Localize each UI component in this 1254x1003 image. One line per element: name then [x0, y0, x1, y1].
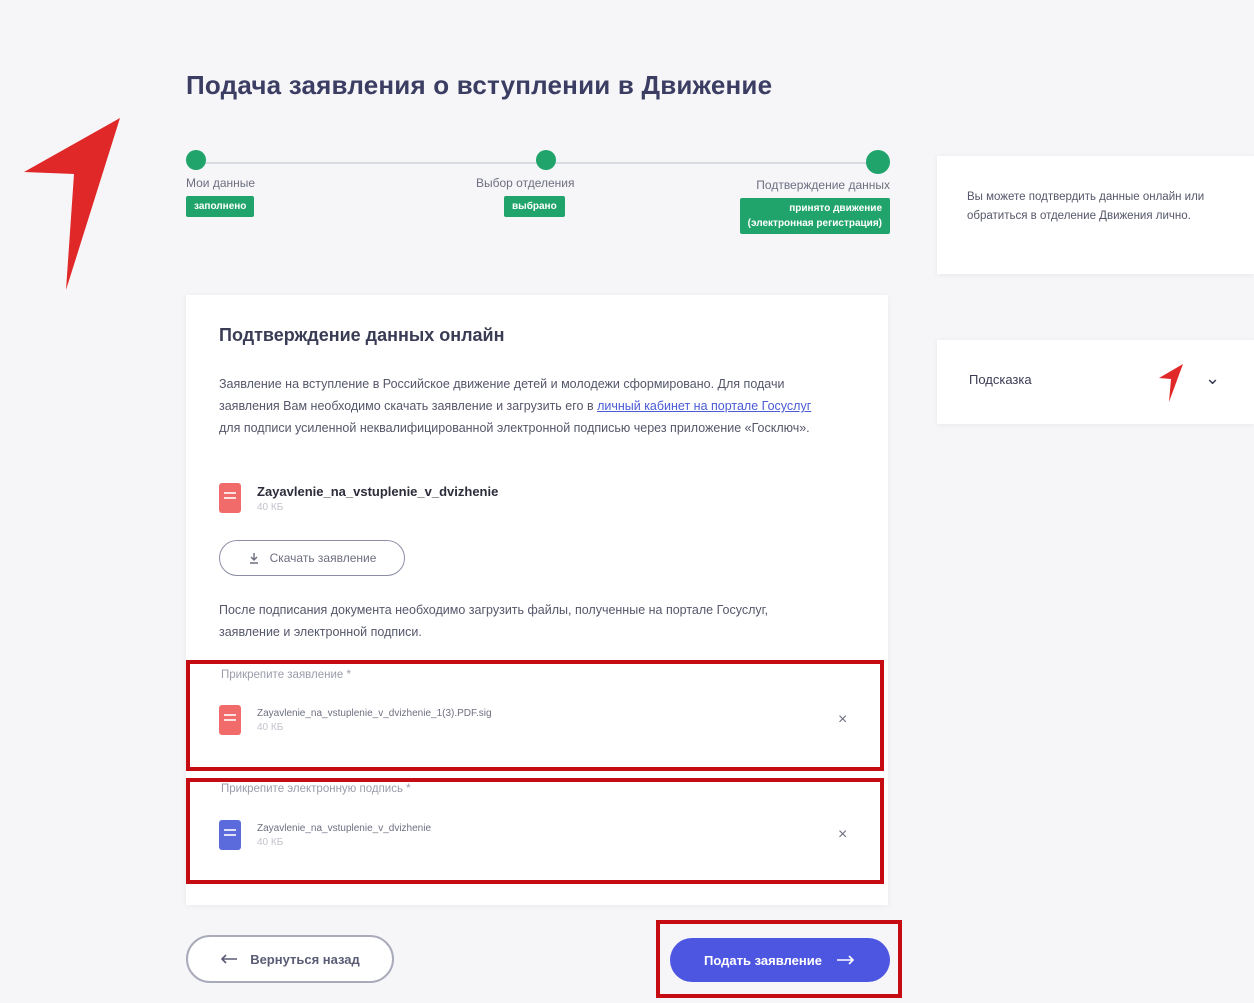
file-meta: Zayavlenie_na_vstuplenie_v_dvizhenie 40 … [257, 484, 498, 513]
doc-sig-icon [219, 820, 241, 850]
confirmation-card: Подтверждение данных онлайн Заявление на… [186, 295, 888, 905]
file-size: 40 КБ [257, 501, 284, 513]
attached-signature-file: Zayavlenie_na_vstuplenie_v_dvizhenie 40 … [219, 820, 431, 850]
side-info-text: Вы можете подтвердить данные онлайн или … [967, 191, 1205, 222]
download-label: Скачать заявление [269, 551, 377, 565]
remove-signature-close-icon[interactable]: × [838, 826, 847, 844]
step-badge-line1: принято движение [789, 203, 882, 214]
download-statement-button[interactable]: Скачать заявление [219, 540, 405, 576]
step-badge: заполнено [186, 196, 255, 217]
submit-label: Подать заявление [704, 952, 822, 968]
hint-label: Подсказка [969, 372, 1032, 387]
attach-statement-label: Прикрепите заявление * [221, 669, 351, 681]
step-badge: принято движение (электронная регистраци… [739, 198, 890, 234]
attach-signature-label: Прикрепите электронную подпись * [221, 783, 411, 795]
back-label: Вернуться назад [250, 951, 360, 967]
side-info-panel: Вы можете подтвердить данные онлайн или … [937, 156, 1254, 274]
arrow-annotation-icon [1159, 364, 1183, 402]
after-signing-text: После подписания документа необходимо за… [219, 603, 769, 639]
submit-application-button[interactable]: Подать заявление [670, 938, 890, 982]
chevron-down-icon[interactable]: ⌄ [1205, 368, 1220, 389]
file-name: Zayavlenie_na_vstuplenie_v_dvizhenie_1(3… [257, 707, 492, 719]
doc-pdf-icon [219, 483, 241, 513]
file-size: 40 КБ [257, 836, 284, 848]
file-size: 40 КБ [257, 721, 284, 733]
description-text-end: для подписи усиленной неквалифицированно… [219, 421, 810, 435]
file-name: Zayavlenie_na_vstuplenie_v_dvizhenie [257, 483, 499, 499]
file-meta: Zayavlenie_na_vstuplenie_v_dvizhenie_1(3… [257, 708, 492, 733]
card-description: Заявление на вступление в Российское дви… [219, 373, 819, 439]
generated-file: Zayavlenie_na_vstuplenie_v_dvizhenie 40 … [219, 483, 498, 513]
progress-stepper: Мои данные заполнено Выбор отделения выб… [186, 150, 890, 250]
doc-pdf-icon [219, 705, 241, 735]
step-confirm: Подтверждение данных принято движение (э… [724, 150, 890, 234]
gosuslugi-link[interactable]: личный кабинет на портале Госуслуг [597, 399, 811, 413]
step-dot [186, 150, 206, 170]
step-badge: выбрано [504, 196, 565, 217]
arrow-annotation-icon [24, 118, 120, 290]
arrow-left-icon [221, 954, 238, 964]
step-label: Мои данные [186, 176, 256, 190]
step-label: Выбор отделения [476, 176, 575, 190]
step-badge-line2: (электронная регистрация) [747, 218, 882, 229]
remove-statement-close-icon[interactable]: × [838, 711, 847, 729]
card-title: Подтверждение данных онлайн [219, 325, 505, 345]
arrow-right-icon [836, 955, 855, 965]
download-icon [249, 553, 258, 564]
step-my-data: Мои данные заполнено [186, 150, 255, 217]
step-dot [866, 150, 890, 174]
step-branch: Выбор отделения выбрано [476, 150, 574, 217]
page-title: Подача заявления о вступлении в Движение [186, 70, 773, 100]
back-button[interactable]: Вернуться назад [186, 935, 394, 983]
file-name: Zayavlenie_na_vstuplenie_v_dvizhenie [257, 822, 432, 834]
file-meta: Zayavlenie_na_vstuplenie_v_dvizhenie 40 … [257, 823, 431, 848]
step-dot [536, 150, 556, 170]
attached-statement-file: Zayavlenie_na_vstuplenie_v_dvizhenie_1(3… [219, 705, 492, 735]
step-label: Подтверждение данных [756, 178, 890, 192]
